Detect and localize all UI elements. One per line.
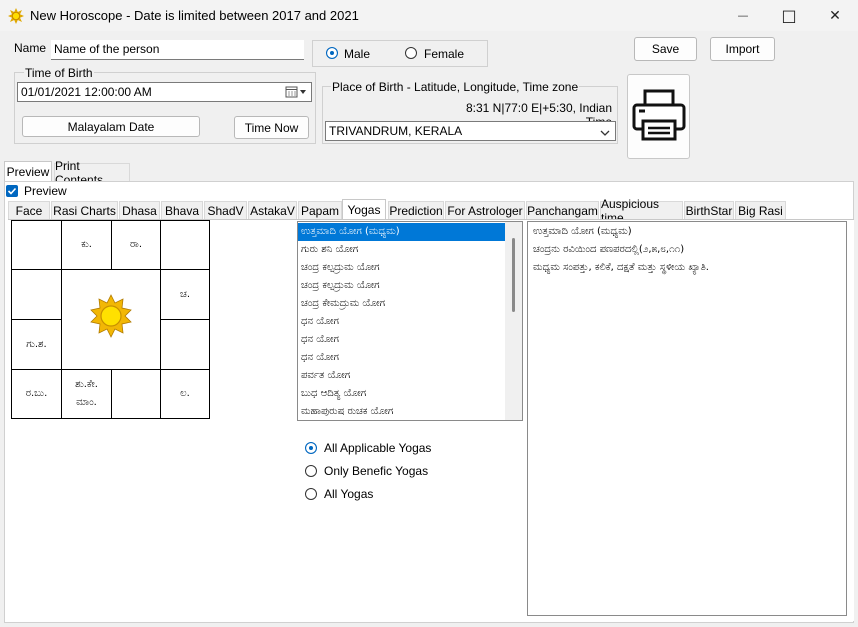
planet-label: ಮಾಂ. [76,397,97,408]
time-of-birth-value: 01/01/2021 12:00:00 AM [21,85,152,99]
description-line: ಚಂದ್ರನು ರವಿಯಿಂದ ಪಣಪರದಲ್ಲಿ(೨,೫,೮,೧೧) [533,244,685,255]
checkmark-icon [7,187,17,195]
sun-icon [89,294,133,345]
minimize-icon: — [737,9,749,22]
planet-label: ಗು.ಶ. [26,338,47,350]
malayalam-date-button[interactable]: Malayalam Date [22,116,200,137]
description-line: ಮಧ್ಯಮ ಸಂಪತ್ತು, ಕಲಿಕೆ, ದಕ್ಷತೆ ಮತ್ತು ಸ್ಥಳೀ… [533,262,709,273]
filter-all-applicable-label: All Applicable Yogas [324,441,432,455]
import-button[interactable]: Import [710,37,775,61]
printer-icon [631,87,687,146]
print-button[interactable] [627,74,690,159]
chart-cell [111,369,161,419]
tab-rasi-charts[interactable]: Rasi Charts [51,201,118,220]
planet-label: ಚ. [179,288,190,300]
inner-tab-strip: Face Rasi Charts Dhasa Bhava ShadV Astak… [8,197,854,225]
planet-label: ರ.ಬು. [25,388,48,399]
list-item[interactable]: ಚಂದ್ರ ಕಲ್ಪದ್ರುಮ ಯೋಗ [298,259,505,277]
chevron-down-icon [600,126,610,140]
close-icon: ✕ [829,7,841,24]
filter-only-benefic-label: Only Benefic Yogas [324,464,429,478]
place-select[interactable]: TRIVANDRUM, KERALA [325,121,616,141]
tab-panchangam[interactable]: Panchangam [526,201,599,220]
filter-all-yogas-label: All Yogas [324,487,374,501]
chart-cell [160,220,210,270]
chart-cell: ರ.ಬು. [11,369,62,419]
chart-cell: ಚ. [160,269,210,320]
description-line: ಉತ್ತಮಾದಿ ಯೋಗ (ಮಧ್ಯಮ) [533,226,632,237]
scrollbar-thumb[interactable] [512,238,515,312]
male-label: Male [344,47,371,61]
chart-cell: ರಾ. [111,220,161,270]
tab-bhava[interactable]: Bhava [161,201,203,220]
window-title: New Horoscope - Date is limited between … [30,8,359,23]
planet-label: ರಾ. [130,239,142,250]
preview-checkbox-label: Preview [24,184,67,198]
tab-prediction[interactable]: Prediction [388,201,444,220]
yoga-description[interactable]: ಉತ್ತಮಾದಿ ಯೋಗ (ಮಧ್ಯಮ) ಚಂದ್ರನು ರವಿಯಿಂದ ಪಣಪ… [527,221,847,616]
yoga-list-scrollbar[interactable] [505,222,522,420]
close-button[interactable]: ✕ [812,0,858,31]
tab-papam[interactable]: Papam [298,201,342,220]
planet-label: ಲ. [180,388,190,399]
tab-auspicious-time[interactable]: Auspicious time [600,197,683,225]
name-label: Name [14,41,47,55]
yoga-list[interactable]: ಉತ್ತಮಾದಿ ಯೋಗ (ಮಧ್ಯಮ) ಗುರು ಶನಿ ಯೋಗ ಚಂದ್ರ … [297,221,523,421]
place-of-birth-label: Place of Birth - Latitude, Longitude, Ti… [331,80,580,94]
list-item[interactable]: ಮಹಾಪುರುಷ ರುಚಕ ಯೋಗ [298,403,505,420]
female-label: Female [424,47,465,61]
chart-cell: ಲ. [160,369,210,419]
tab-for-astrologer[interactable]: For Astrologer [445,201,525,220]
list-item[interactable]: ಚಂದ್ರ ಕಲ್ಪದ್ರುಮ ಯೋಗ [298,277,505,295]
calendar-icon[interactable] [285,85,309,102]
list-item[interactable]: ಉತ್ತಮಾದಿ ಯೋಗ (ಮಧ್ಯಮ) [298,223,505,241]
filter-all-yogas-radio[interactable] [305,488,317,500]
tab-big-rasi[interactable]: Big Rasi [735,201,786,220]
list-item[interactable]: ಚಂದ್ರ ಕೇಮದ್ರುಮ ಯೋಗ [298,295,505,313]
list-item[interactable]: ಧನ ಯೋಗ [298,331,505,349]
list-item[interactable]: ಬುಧ ಆದಿತ್ಯ ಯೋಗ [298,385,505,403]
tab-shadv[interactable]: ShadV [204,201,247,220]
tab-print-contents[interactable]: Print Contents [54,159,130,187]
chart-cell: ಗು.ಶ. [11,319,62,370]
maximize-button[interactable]: □ [766,0,812,31]
list-item[interactable]: ಧನ ಯೋಗ [298,313,505,331]
female-radio[interactable] [405,47,417,59]
filter-all-applicable-radio[interactable] [305,442,317,454]
app-icon [8,8,24,24]
title-bar: New Horoscope - Date is limited between … [0,0,858,31]
tab-dhasa[interactable]: Dhasa [119,201,160,220]
tab-birthstar[interactable]: BirthStar [684,201,734,220]
planet-label: ಶು.ಕೇ. [75,379,98,390]
chart-cell [11,220,62,270]
time-of-birth-label: Time of Birth [24,66,94,80]
list-item[interactable]: ಗುರು ಶನಿ ಯೋಗ [298,241,505,259]
tab-yogas[interactable]: Yogas [342,199,386,220]
list-item[interactable]: ಪರ್ವತ ಯೋಗ [298,367,505,385]
place-value: TRIVANDRUM, KERALA [329,124,463,138]
chart-cell: ಕು. [61,220,112,270]
tab-astakav[interactable]: AstakaV [248,201,297,220]
preview-checkbox[interactable] [6,185,18,197]
tab-face[interactable]: Face [8,201,50,220]
tab-preview[interactable]: Preview [4,161,52,182]
chart-center [61,269,161,370]
rasi-chart: ಕು. ರಾ. ಚ. ಗು.ಶ. ರ.ಬು. ಶು.ಕೇ. ಮಾಂ. ಲ. [11,220,210,419]
time-now-button[interactable]: Time Now [234,116,309,139]
minimize-button[interactable]: — [720,0,766,31]
filter-only-benefic-radio[interactable] [305,465,317,477]
list-item[interactable]: ಧನ ಯೋಗ [298,349,505,367]
name-input[interactable]: Name of the person [51,40,304,60]
time-of-birth-picker[interactable]: 01/01/2021 12:00:00 AM [17,82,312,102]
male-radio[interactable] [326,47,338,59]
chart-cell [11,269,62,320]
chart-cell: ಶು.ಕೇ. ಮಾಂ. [61,369,112,419]
chart-cell [160,319,210,370]
planet-label: ಕು. [81,239,92,250]
save-button[interactable]: Save [634,37,697,61]
maximize-icon: □ [781,6,797,25]
